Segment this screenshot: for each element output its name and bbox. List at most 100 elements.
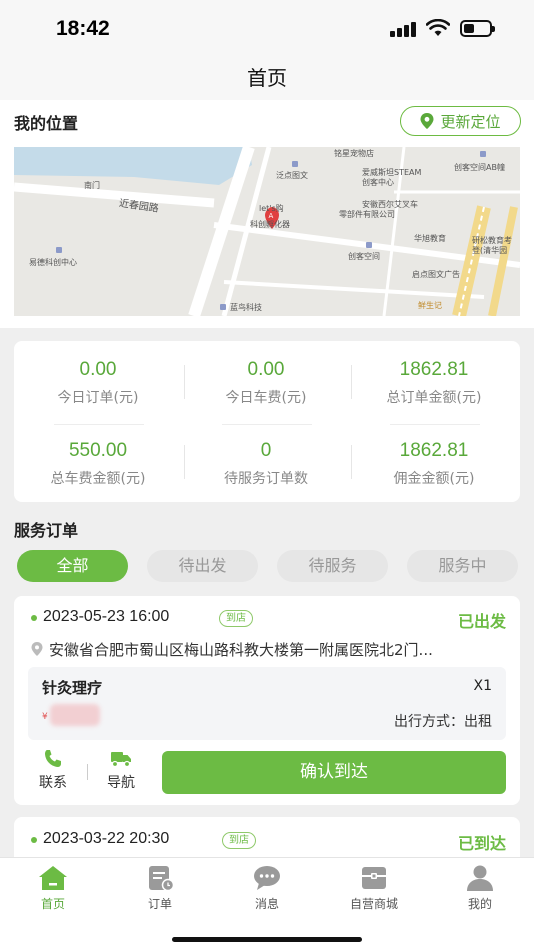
tab-label: 自营商城 <box>349 897 398 911</box>
stat-value: 0.00 <box>247 359 285 380</box>
stat-label: 今日车费(元) <box>225 390 307 406</box>
action-divider <box>87 764 88 780</box>
stat-commission: 1862.81 佣金金额(元) <box>350 440 518 488</box>
order-datetime: 2023-03-22 20:30 <box>43 830 170 847</box>
divider <box>351 365 352 399</box>
filter-tab-all[interactable]: 全部 <box>17 550 128 582</box>
tab-orders[interactable]: 订单 <box>130 864 190 912</box>
tab-messages[interactable]: 消息 <box>237 864 297 912</box>
stat-label: 总订单金额(元) <box>386 390 482 406</box>
phone-icon <box>45 750 61 767</box>
stat-label: 总车费金额(元) <box>50 471 146 487</box>
stat-today-fare: 0.00 今日车费(元) <box>182 359 350 407</box>
map-label: 泛点图文 <box>276 171 308 180</box>
relocate-button[interactable]: 更新定位 <box>400 106 521 136</box>
relocate-label: 更新定位 <box>440 112 501 131</box>
stat-value: 1862.81 <box>399 440 469 461</box>
order-status: 已到达 <box>457 834 506 853</box>
status-bar: 18:42 <box>0 0 534 58</box>
navigate-button[interactable]: 导航 <box>99 749 143 792</box>
order-datetime: 2023-05-23 16:00 <box>43 608 170 625</box>
stat-label: 佣金金额(元) <box>393 471 475 487</box>
contact-label: 联系 <box>39 775 67 791</box>
orders-title: 服务订单 <box>14 521 79 540</box>
location-map[interactable]: A 南门 近春园路 泛点图文 let's购 铭星宠物店 爱威斯坦STEAM 创客… <box>14 147 520 316</box>
stat-today-orders: 0.00 今日订单(元) <box>14 359 182 407</box>
order-tag: 到店 <box>219 610 253 627</box>
tab-label: 首页 <box>40 897 65 911</box>
map-label: let's购 <box>259 204 284 213</box>
nav-header: 首页 <box>0 58 534 102</box>
divider <box>184 365 185 399</box>
order-tag: 到店 <box>222 832 256 849</box>
divider <box>222 424 312 425</box>
map-label: 南门 <box>84 181 100 190</box>
battery-icon <box>460 20 495 37</box>
service-box: 针灸理疗 X1 ¥ 出行方式：出租 <box>28 667 506 740</box>
order-address-text: 安徽省合肥市蜀山区梅山路科教大楼第一附属医院北2门... <box>49 641 433 659</box>
map-label: 易德科创中心 <box>29 258 77 267</box>
location-title: 我的位置 <box>14 114 79 133</box>
home-indicator <box>172 937 362 942</box>
profile-icon <box>467 865 493 891</box>
stat-value: 0 <box>260 440 272 461</box>
signal-icon <box>390 21 418 37</box>
confirm-arrival-button[interactable]: 确认到达 <box>162 751 506 794</box>
order-address: 安徽省合肥市蜀山区梅山路科教大楼第一附属医院北2门... <box>31 639 509 660</box>
tab-profile[interactable]: 我的 <box>450 864 510 912</box>
stat-pending-orders: 0 待服务订单数 <box>182 440 350 488</box>
page-title: 首页 <box>247 66 287 90</box>
truck-icon <box>111 752 131 768</box>
map-label: 科创孵化器 <box>250 220 290 229</box>
stat-value: 1862.81 <box>399 359 469 380</box>
order-card[interactable]: 2023-05-23 16:00 到店 已出发 安徽省合肥市蜀山区梅山路科教大楼… <box>14 596 520 805</box>
filter-tab-to-serve[interactable]: 待服务 <box>277 550 388 582</box>
tab-shop[interactable]: 自营商城 <box>344 864 404 912</box>
price-symbol: ¥ <box>42 712 48 722</box>
order-icon <box>149 866 175 892</box>
map-label: 铭星宠物店 <box>334 149 374 158</box>
status-time: 18:42 <box>56 17 110 40</box>
order-dot <box>31 837 37 843</box>
stat-label: 今日订单(元) <box>57 390 139 406</box>
navigate-label: 导航 <box>107 775 135 791</box>
message-icon <box>254 866 280 890</box>
home-icon <box>39 866 67 890</box>
tab-home[interactable]: 首页 <box>23 864 83 912</box>
stats-card: 0.00 今日订单(元) 0.00 今日车费(元) 1862.81 总订单金额(… <box>14 341 520 502</box>
contact-button[interactable]: 联系 <box>31 749 75 792</box>
map-label: 蓝鸟科技 <box>230 303 262 312</box>
map-label: 创客中心 <box>362 178 394 187</box>
travel-mode: 出行方式：出租 <box>394 714 492 730</box>
map-label: 创客空间 <box>348 252 380 261</box>
map-label: 创客空间AB幢 <box>454 163 505 172</box>
location-icon <box>31 642 43 656</box>
filter-tab-to-depart[interactable]: 待出发 <box>147 550 258 582</box>
order-status: 已出发 <box>457 612 506 631</box>
map-label: 华旭教育 <box>414 234 446 243</box>
filter-tab-in-service[interactable]: 服务中 <box>407 550 518 582</box>
divider <box>54 424 144 425</box>
stat-total-orders: 1862.81 总订单金额(元) <box>350 359 518 407</box>
tab-label: 订单 <box>147 897 172 911</box>
stat-label: 待服务订单数 <box>224 471 308 487</box>
price-redacted <box>50 704 100 726</box>
map-roads: A <box>14 147 520 316</box>
stat-value: 0.00 <box>79 359 117 380</box>
service-quantity: X1 <box>473 678 493 694</box>
wifi-icon <box>426 19 450 36</box>
tab-label: 我的 <box>467 897 492 911</box>
map-label: 登(清华园 <box>472 246 508 255</box>
stat-total-fare: 550.00 总车费金额(元) <box>14 440 182 488</box>
divider <box>390 424 480 425</box>
map-label: 零部件有限公司 <box>339 210 395 219</box>
order-dot <box>31 615 37 621</box>
service-name: 针灸理疗 <box>42 679 103 697</box>
stat-value: 550.00 <box>68 440 128 461</box>
divider <box>351 445 352 479</box>
shop-icon <box>362 867 386 889</box>
tab-label: 消息 <box>254 897 279 911</box>
location-section: 我的位置 更新定位 A 南门 近春园路 泛点图文 let's购 铭星宠物店 爱威… <box>0 100 534 328</box>
location-pin-icon <box>420 113 434 129</box>
map-label: 启点图文广告 <box>412 270 460 279</box>
